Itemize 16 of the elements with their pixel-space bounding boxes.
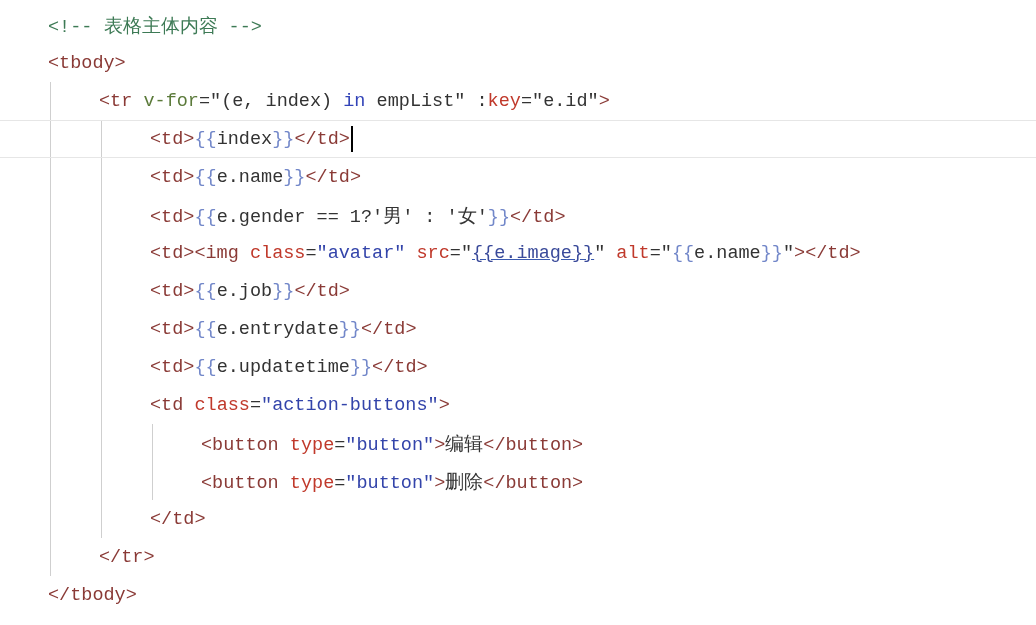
code-line: <td>{{e.job}}</td>	[150, 280, 350, 302]
code-line: <td>{{e.entrydate}}</td>	[150, 318, 417, 340]
code-line: <tbody>	[48, 52, 126, 74]
code-line: <!-- 表格主体内容 -->	[48, 15, 262, 38]
code-line: <td class="action-buttons">	[150, 394, 450, 416]
code-line: <td>{{e.updatetime}}</td>	[150, 356, 428, 378]
code-line: </tr>	[99, 546, 155, 568]
code-line: <button type="button">删除</button>	[201, 471, 584, 494]
code-line: <td><img class="avatar" src="{{e.image}}" alt="{{e.name}}"></td>	[150, 242, 861, 264]
code-line: </td>	[150, 508, 206, 530]
code-line: <td>{{e.name}}</td>	[150, 166, 361, 188]
code-line: </tbody>	[48, 584, 137, 606]
code-line: <button type="button">编辑</button>	[201, 433, 584, 456]
code-line: <td>{{index}}</td>	[150, 128, 350, 150]
code-line: <tr v-for="(e, index) in empList" :key="e.id">	[99, 90, 610, 112]
code-line: <td>{{e.gender == 1?'男' : '女'}}</td>	[150, 205, 566, 228]
